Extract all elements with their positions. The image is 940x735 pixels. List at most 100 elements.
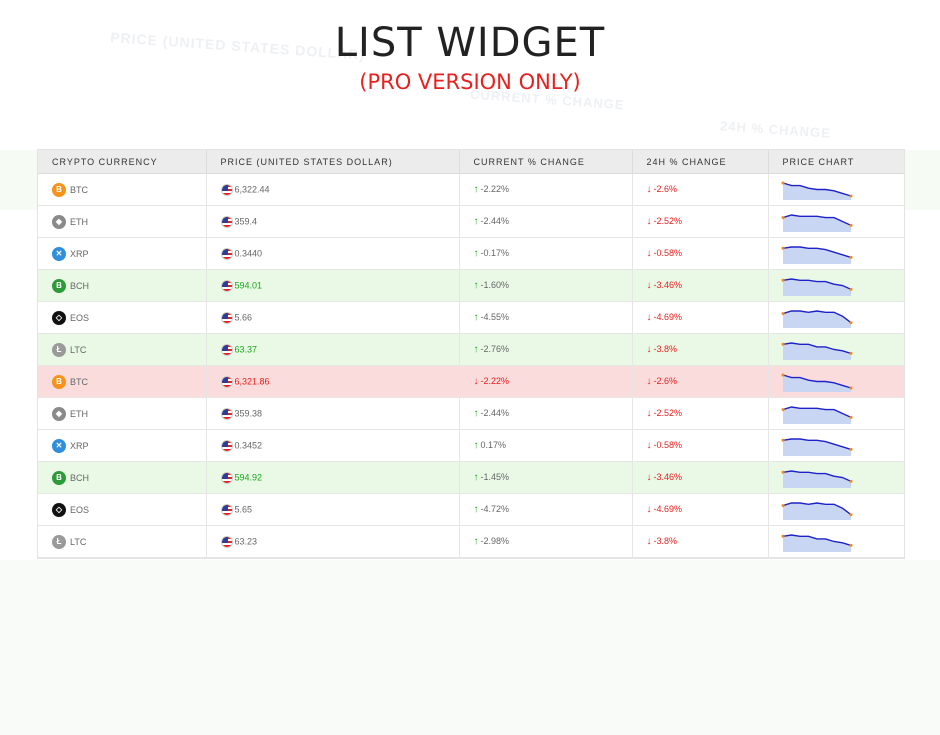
table-row[interactable]: ◆ ETH 359.4 ↑ -2.44% ↓ -2.52% xyxy=(38,205,904,238)
24h-change-value: -3.46% xyxy=(653,280,683,290)
table-row[interactable]: ◆ ETH 359.38 ↑ -2.44% ↓ -2.52% xyxy=(38,397,904,430)
coin-symbol: BTC xyxy=(70,376,88,387)
price-chart-cell[interactable] xyxy=(768,493,904,526)
24h-change-value: -4.69% xyxy=(653,504,683,514)
24h-change-value: -2.52% xyxy=(653,216,683,226)
price-chart-cell[interactable] xyxy=(768,461,904,494)
table-row[interactable]: B BCH 594.92 ↑ -1.45% ↓ -3.46% xyxy=(38,461,904,494)
sparkline-area xyxy=(782,246,851,264)
column-header-price-chart[interactable]: PRICE CHART xyxy=(768,150,904,174)
bitcoin-cash-icon: B xyxy=(52,470,66,485)
24h-change-cell: ↓ -0.58% xyxy=(632,237,769,270)
24h-change-cell: ↓ -3.8% xyxy=(632,333,769,366)
price-chart-cell[interactable] xyxy=(768,269,904,302)
current-change-value: -2.44% xyxy=(480,408,510,418)
current-change-value: -2.22% xyxy=(480,184,510,194)
price-cell: 0.3440 xyxy=(206,237,460,270)
currency-cell: ◆ ETH xyxy=(38,205,207,238)
current-change-cell: ↑ -2.44% xyxy=(459,397,633,430)
table-row[interactable]: Ł LTC 63.37 ↑ -2.76% ↓ -3.8% xyxy=(38,333,904,366)
sparkline-start-dot xyxy=(781,342,784,346)
price-cell: 359.38 xyxy=(206,397,460,430)
price-cell: 6,322.44 xyxy=(206,173,460,206)
price-sparkline xyxy=(781,181,852,200)
ethereum-icon: ◆ xyxy=(52,214,66,229)
sparkline-start-dot xyxy=(781,373,784,376)
crypto-list-widget: CRYPTO CURRENCY PRICE (UNITED STATES DOL… xyxy=(37,149,905,559)
current-change-value: -4.72% xyxy=(480,504,510,514)
current-change-value: -2.44% xyxy=(480,216,510,226)
column-header-currency[interactable]: CRYPTO CURRENCY xyxy=(38,150,207,174)
price-chart-cell[interactable] xyxy=(768,525,904,558)
crypto-table: CRYPTO CURRENCY PRICE (UNITED STATES DOL… xyxy=(38,150,904,558)
currency-cell: Ł LTC xyxy=(38,525,207,558)
table-row[interactable]: ◇ EOS 5.65 ↑ -4.72% ↓ -4.69% xyxy=(38,493,904,526)
table-row[interactable]: B BCH 594.01 ↑ -1.60% ↓ -3.46% xyxy=(38,269,904,302)
us-flag-icon xyxy=(220,183,233,196)
price-chart-cell[interactable] xyxy=(768,397,904,430)
table-header-row: CRYPTO CURRENCY PRICE (UNITED STATES DOL… xyxy=(38,150,904,174)
arrow-down-icon: ↓ xyxy=(646,440,652,451)
arrow-up-icon: ↑ xyxy=(473,216,479,227)
24h-change-value: -3.46% xyxy=(653,472,683,482)
column-header-price[interactable]: PRICE (UNITED STATES DOLLAR) xyxy=(206,150,460,174)
24h-change-cell: ↓ -4.69% xyxy=(632,301,769,334)
sparkline-area xyxy=(782,406,851,424)
sparkline-start-dot xyxy=(781,534,784,538)
price-chart-cell[interactable] xyxy=(768,173,904,206)
us-flag-icon xyxy=(220,439,233,452)
price-chart-cell[interactable] xyxy=(768,237,904,270)
bg-ghost-text: 24H % CHANGE xyxy=(719,118,832,141)
price-value: 359.4 xyxy=(234,215,258,226)
eos-icon: ◇ xyxy=(52,502,66,517)
current-change-value: 0.17% xyxy=(480,440,507,450)
price-chart-cell[interactable] xyxy=(768,301,904,334)
current-change-value: -2.22% xyxy=(480,376,510,386)
price-cell: 594.01 xyxy=(206,269,460,302)
bg-band xyxy=(0,560,940,735)
currency-cell: B BTC xyxy=(38,365,207,398)
price-value: 5.66 xyxy=(234,311,253,322)
table-row[interactable]: ◇ EOS 5.66 ↑ -4.55% ↓ -4.69% xyxy=(38,301,904,334)
table-row[interactable]: Ł LTC 63.23 ↑ -2.98% ↓ -3.8% xyxy=(38,525,904,558)
24h-change-cell: ↓ -2.6% xyxy=(632,365,769,398)
sparkline-start-dot xyxy=(781,246,784,250)
table-row[interactable]: B BTC 6,322.44 ↑ -2.22% ↓ -2.6% xyxy=(38,173,904,206)
price-chart-cell[interactable] xyxy=(768,333,904,366)
price-value: 6,322.44 xyxy=(234,183,270,194)
currency-cell: ◇ EOS xyxy=(38,301,207,334)
sparkline-end-dot xyxy=(849,223,852,227)
currency-cell: B BTC xyxy=(38,173,207,206)
column-header-current-change[interactable]: CURRENT % CHANGE xyxy=(459,150,633,174)
arrow-up-icon: ↑ xyxy=(473,504,479,515)
sparkline-area xyxy=(782,502,851,520)
column-header-24h-change[interactable]: 24H % CHANGE xyxy=(632,150,769,174)
eos-icon: ◇ xyxy=(52,310,66,325)
price-value: 63.37 xyxy=(234,343,258,354)
current-change-cell: ↑ -4.55% xyxy=(459,301,633,334)
us-flag-icon xyxy=(220,407,233,420)
sparkline-start-dot xyxy=(781,503,784,507)
sparkline-start-dot xyxy=(781,407,784,411)
sparkline-start-dot xyxy=(781,311,784,315)
price-chart-cell[interactable] xyxy=(768,365,904,398)
price-chart-cell[interactable] xyxy=(768,429,904,462)
24h-change-cell: ↓ -3.8% xyxy=(632,525,769,558)
table-row[interactable]: ✕ XRP 0.3440 ↑ -0.17% ↓ -0.58% xyxy=(38,237,904,270)
page-title: LIST WIDGET xyxy=(334,20,606,66)
sparkline-area xyxy=(782,310,851,328)
ripple-icon: ✕ xyxy=(52,246,66,261)
table-row[interactable]: ✕ XRP 0.3452 ↑ 0.17% ↓ -0.58% xyxy=(38,429,904,462)
table-row[interactable]: B BTC 6,321.86 ↓ -2.22% ↓ -2.6% xyxy=(38,365,904,398)
sparkline-start-dot xyxy=(781,278,784,282)
price-value: 63.23 xyxy=(234,535,258,546)
price-chart-cell[interactable] xyxy=(768,205,904,238)
sparkline-end-dot xyxy=(849,351,852,355)
24h-change-value: -0.58% xyxy=(653,440,683,450)
arrow-up-icon: ↑ xyxy=(473,248,479,259)
us-flag-icon xyxy=(220,215,233,228)
currency-cell: B BCH xyxy=(38,269,207,302)
current-change-cell: ↑ -1.45% xyxy=(459,461,633,494)
bitcoin-icon: B xyxy=(52,374,66,389)
price-cell: 5.66 xyxy=(206,301,460,334)
